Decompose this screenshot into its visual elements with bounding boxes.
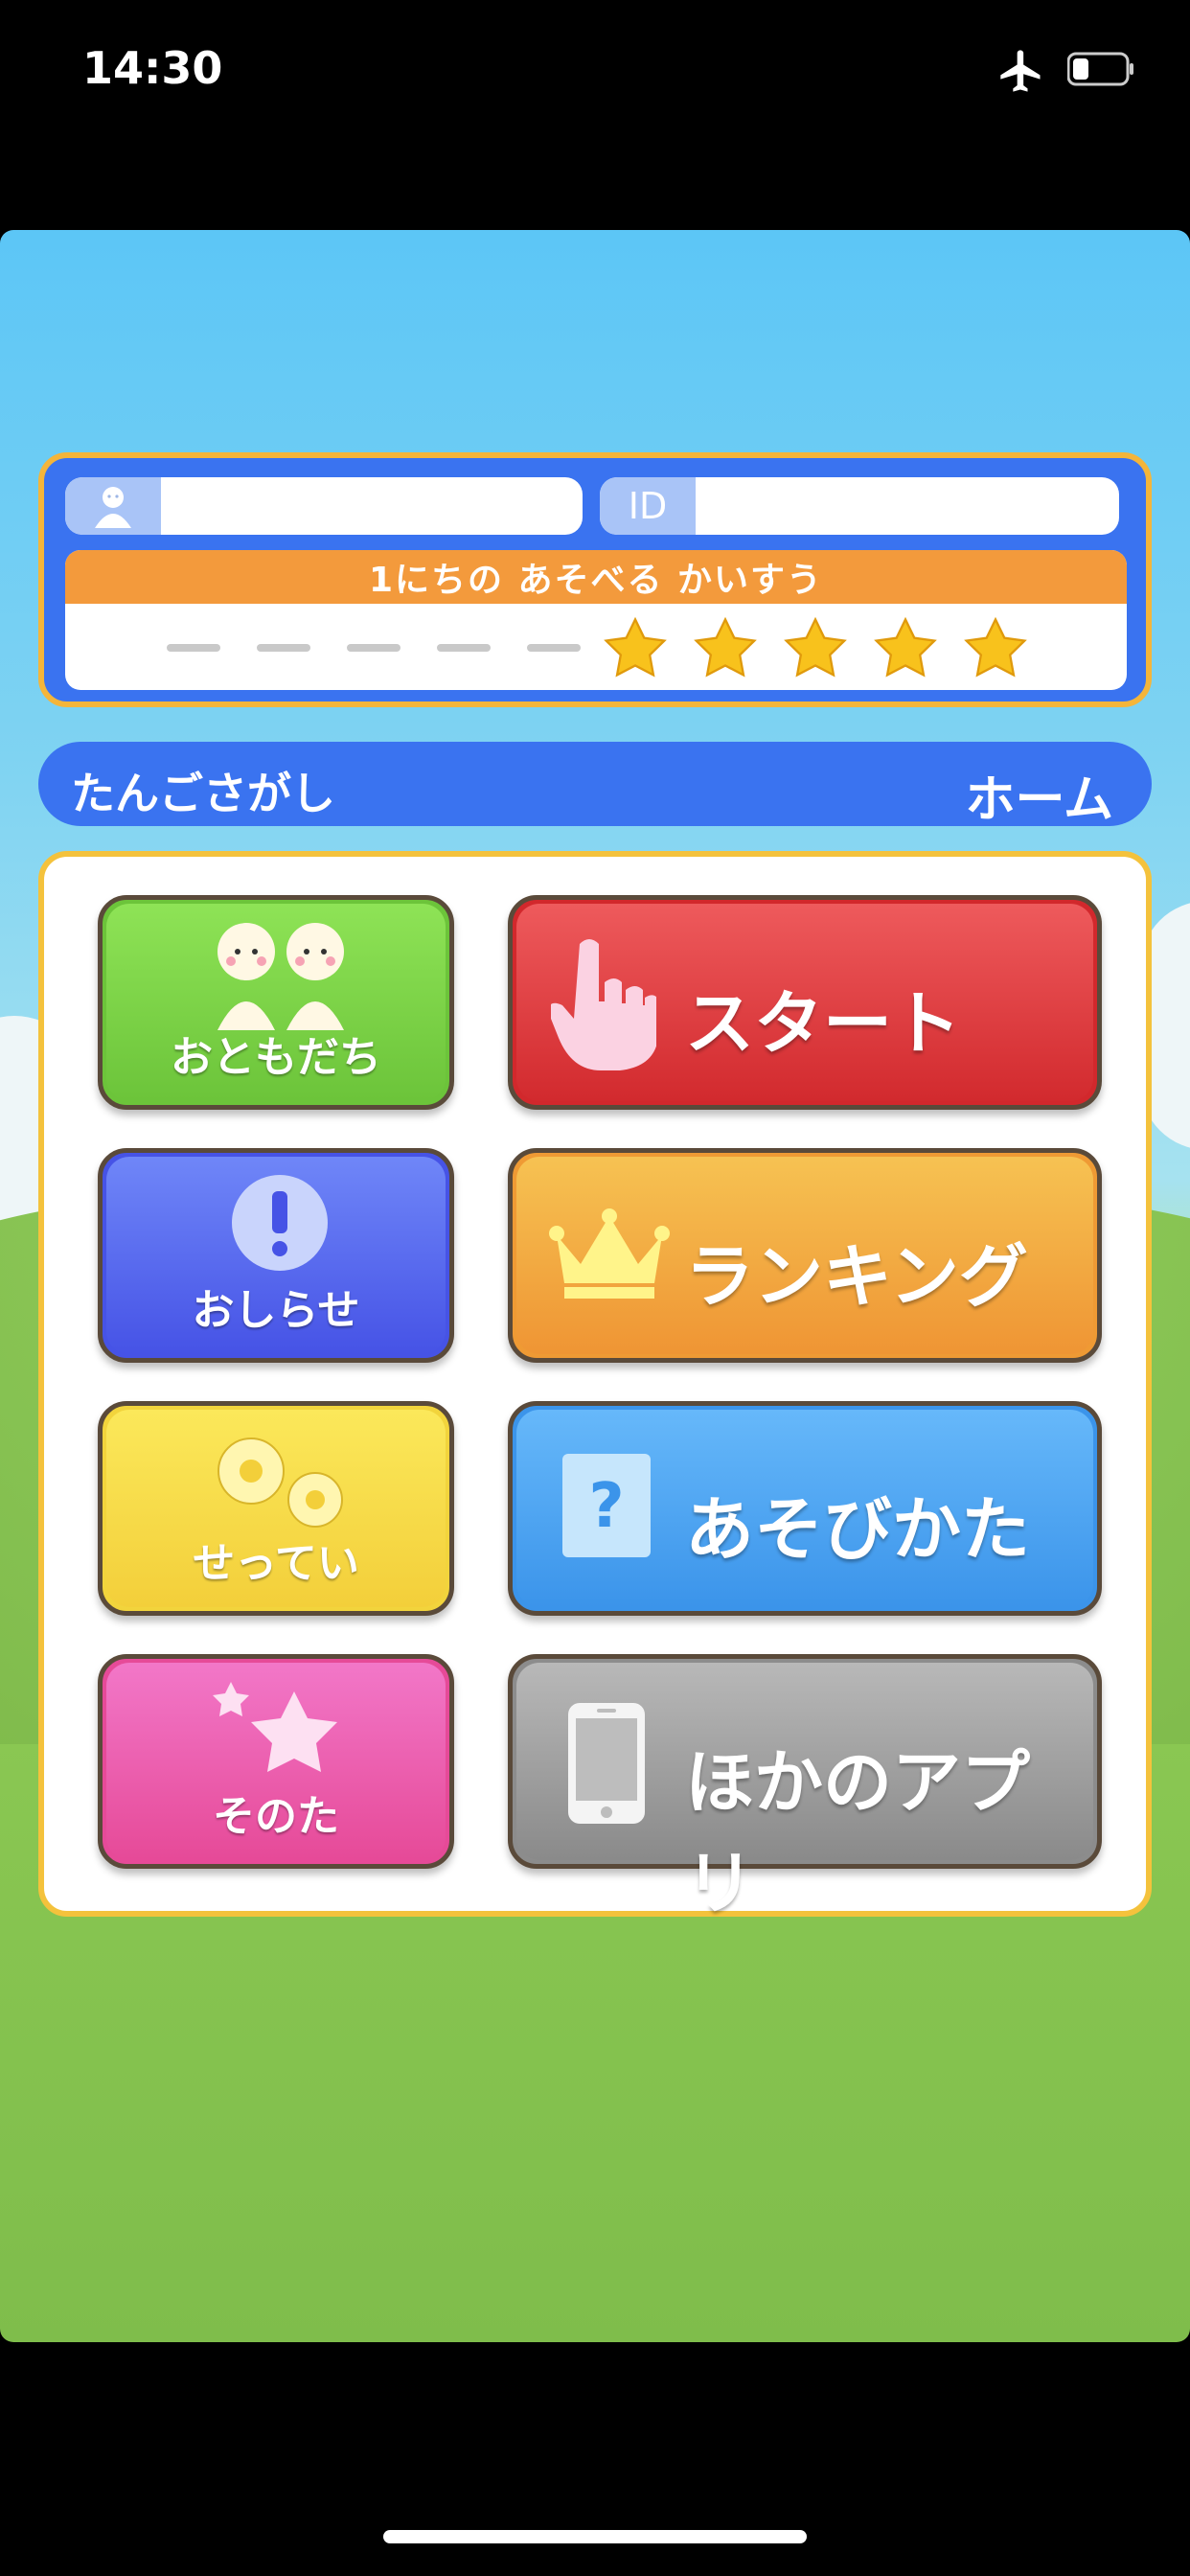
crown-icon [549, 1208, 670, 1299]
start-label: スタート [685, 983, 962, 1064]
app-screen: ID 1にちの あそべる かいすう たんごさがし ホーム おともだち スタート … [0, 230, 1190, 2342]
friends-icon [217, 923, 344, 1030]
other-apps-button[interactable]: ほかのアプリ [508, 1654, 1102, 1923]
settings-label: せってい [193, 1539, 359, 1588]
gear-icon [217, 1438, 343, 1528]
profile-panel: ID 1にちの あそべる かいすう [38, 452, 1152, 707]
news-label: おしらせ [192, 1286, 360, 1335]
pointing-hand-icon [551, 939, 656, 1070]
friends-label: おともだち [171, 1033, 381, 1082]
home-indicator[interactable] [383, 2530, 807, 2543]
play-slot-empty [347, 644, 400, 652]
user-icon [65, 477, 161, 535]
other-button[interactable]: そのた [98, 1654, 454, 1869]
news-button[interactable]: おしらせ [98, 1148, 454, 1363]
other-label: そのた [213, 1792, 339, 1841]
svg-text:?: ? [588, 1471, 624, 1542]
star-icon [213, 1682, 337, 1772]
play-slot-empty [437, 644, 491, 652]
page-title: ホーム [965, 771, 1113, 829]
star-icon [784, 616, 847, 678]
game-title: たんごさがし [71, 768, 335, 819]
id-label: ID [600, 477, 696, 535]
star-icon [694, 616, 757, 678]
how-to-play-button[interactable]: ? あそびかた [508, 1401, 1102, 1616]
daily-plays-box: 1にちの あそべる かいすう [65, 550, 1127, 690]
star-icon [604, 616, 667, 678]
play-slot-empty [527, 644, 581, 652]
title-bar: たんごさがし ホーム [38, 742, 1152, 829]
daily-plays-indicator [65, 604, 1127, 690]
ranking-label: ランキング [685, 1236, 1028, 1317]
status-bar: 14:30 [0, 0, 1190, 144]
question-card-icon: ? [562, 1454, 651, 1557]
start-button[interactable]: スタート [508, 895, 1102, 1110]
status-time: 14:30 [82, 42, 223, 94]
daily-plays-label: 1にちの あそべる かいすう [65, 550, 1127, 604]
star-icon [964, 616, 1027, 678]
ranking-button[interactable]: ランキング [508, 1148, 1102, 1363]
main-menu: おともだち スタート おしらせ ランキング せってい ? あそびかた そのた ほ… [38, 851, 1152, 1923]
user-name-field[interactable] [65, 477, 583, 535]
battery-icon [1067, 52, 1133, 86]
friends-button[interactable]: おともだち [98, 895, 454, 1110]
settings-button[interactable]: せってい [98, 1401, 454, 1616]
star-icon [874, 616, 937, 678]
airplane-mode-icon [1000, 50, 1041, 92]
play-slot-empty [257, 644, 310, 652]
how-to-play-label: あそびかた [685, 1489, 1031, 1570]
user-id-field: ID [600, 477, 1119, 535]
exclamation-icon [232, 1175, 328, 1271]
other-apps-label: ほかのアプリ [685, 1742, 1031, 1923]
smartphone-icon [568, 1703, 645, 1824]
play-slot-empty [167, 644, 220, 652]
